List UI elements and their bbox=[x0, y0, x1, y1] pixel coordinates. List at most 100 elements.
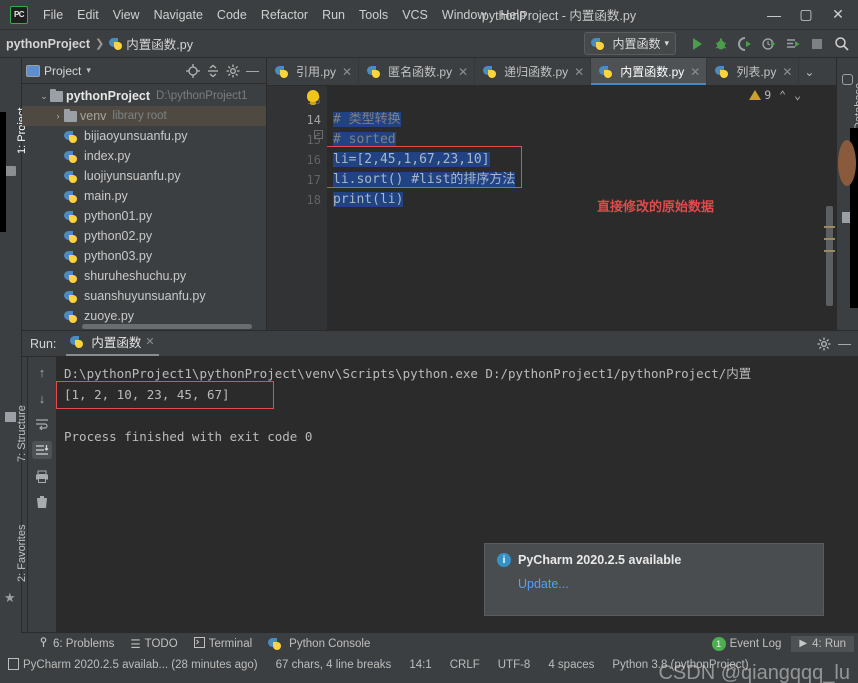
tree-row-file[interactable]: python02.py bbox=[22, 226, 266, 246]
minimize-icon[interactable]: — bbox=[758, 2, 790, 28]
notification-popup[interactable]: i PyCharm 2020.2.5 available Update... bbox=[484, 543, 824, 616]
chevron-down-icon[interactable]: ⌄ bbox=[38, 91, 50, 102]
soft-wrap-icon[interactable] bbox=[32, 415, 52, 433]
chevron-down-icon[interactable]: ▾ bbox=[86, 65, 91, 76]
close-icon[interactable]: ✕ bbox=[458, 65, 468, 79]
clear-all-icon[interactable] bbox=[32, 493, 52, 511]
menu-item-navigate[interactable]: Navigate bbox=[147, 4, 210, 26]
line-number: 17 bbox=[267, 170, 327, 190]
editor-tab-liebiao[interactable]: 列表.py ✕ bbox=[707, 58, 799, 85]
scroll-to-end-icon[interactable] bbox=[32, 441, 52, 459]
tree-row-file[interactable]: main.py bbox=[22, 186, 266, 206]
editor-tab-neizhihanshu[interactable]: 内置函数.py ✕ bbox=[591, 58, 707, 85]
status-problems[interactable]: 6: Problems bbox=[38, 637, 114, 651]
code-fold-icon[interactable]: − bbox=[314, 130, 323, 139]
status-encoding[interactable]: UTF-8 bbox=[498, 659, 531, 671]
run-coverage-icon[interactable] bbox=[734, 33, 756, 55]
menu-item-code[interactable]: Code bbox=[210, 4, 254, 26]
menu-item-edit[interactable]: Edit bbox=[70, 4, 106, 26]
menu-item-refactor[interactable]: Refactor bbox=[254, 4, 315, 26]
close-icon[interactable]: ✕ bbox=[145, 335, 154, 348]
tree-row-file[interactable]: luojiyunsuanfu.py bbox=[22, 166, 266, 186]
maximize-icon[interactable]: ▢ bbox=[790, 2, 822, 28]
menu-item-file[interactable]: File bbox=[36, 4, 70, 26]
scroll-up-icon[interactable]: ↑ bbox=[32, 363, 52, 381]
menu-item-vcs[interactable]: VCS bbox=[395, 4, 435, 26]
notification-update-link[interactable]: Update... bbox=[518, 577, 811, 591]
menu-item-run[interactable]: Run bbox=[315, 4, 352, 26]
python-file-icon bbox=[64, 190, 77, 203]
sidebar-item-favorites[interactable]: 2: Favorites bbox=[16, 525, 28, 582]
gear-icon[interactable] bbox=[814, 334, 833, 353]
editor-warning-marker[interactable] bbox=[824, 238, 835, 240]
hide-panel-icon[interactable]: — bbox=[243, 61, 262, 80]
close-icon[interactable]: ✕ bbox=[574, 65, 584, 79]
sidebar-item-database[interactable]: Database bbox=[853, 83, 858, 130]
status-todo[interactable]: ☰ TODO bbox=[130, 637, 177, 651]
close-icon[interactable]: ✕ bbox=[342, 65, 352, 79]
run-config-label: 内置函数 bbox=[612, 35, 660, 52]
python-file-icon bbox=[70, 335, 83, 348]
stop-icon[interactable] bbox=[806, 33, 828, 55]
tree-row-file[interactable]: zuoye.py bbox=[22, 306, 266, 326]
run-with-console-icon[interactable] bbox=[782, 33, 804, 55]
close-icon[interactable]: ✕ bbox=[690, 65, 700, 79]
breadcrumb-project[interactable]: pythonProject bbox=[6, 37, 90, 51]
menu-item-tools[interactable]: Tools bbox=[352, 4, 395, 26]
editor-tab-yinyong[interactable]: 引用.py ✕ bbox=[267, 58, 359, 85]
scroll-down-icon[interactable]: ↓ bbox=[32, 389, 52, 407]
tree-row-venv[interactable]: › venv library root bbox=[22, 106, 266, 126]
info-icon: i bbox=[497, 553, 511, 567]
close-icon[interactable]: ✕ bbox=[822, 2, 854, 28]
close-icon[interactable]: ✕ bbox=[782, 65, 792, 79]
previous-problem-icon[interactable]: ⌃ bbox=[779, 88, 786, 102]
menu-item-window[interactable]: Window bbox=[435, 4, 493, 26]
editor-tab-nimingfunshu[interactable]: 匿名函数.py ✕ bbox=[359, 58, 475, 85]
editor-scrollbar-thumb[interactable] bbox=[826, 206, 833, 306]
editor-warning-marker[interactable] bbox=[824, 250, 835, 252]
collapse-all-icon[interactable] bbox=[203, 61, 222, 80]
next-problem-icon[interactable]: ⌄ bbox=[794, 88, 801, 102]
status-update-message[interactable]: PyCharm 2020.2.5 availab... (28 minutes … bbox=[8, 658, 258, 673]
editor-gutter[interactable]: 13 14 15 16 17 18 − bbox=[267, 86, 327, 330]
status-run-tab[interactable]: ▶ 4: Run bbox=[791, 636, 854, 652]
hide-panel-icon[interactable]: — bbox=[835, 334, 854, 353]
tree-row-file[interactable]: index.py bbox=[22, 146, 266, 166]
status-python-console[interactable]: Python Console bbox=[268, 637, 370, 650]
menu-item-help[interactable]: Help bbox=[493, 4, 533, 26]
status-interpreter[interactable]: Python 3.8 (pythonProject) bbox=[612, 659, 748, 671]
status-line-separator[interactable]: CRLF bbox=[450, 659, 480, 671]
intention-bulb-icon[interactable] bbox=[307, 90, 319, 102]
status-event-log[interactable]: 1 Event Log bbox=[712, 637, 782, 651]
project-tree[interactable]: ⌄ pythonProject D:\pythonProject1 › venv… bbox=[22, 84, 266, 330]
breadcrumb-file[interactable]: 内置函数.py bbox=[109, 34, 193, 53]
print-icon[interactable] bbox=[32, 467, 52, 485]
tree-row-file[interactable]: bijiaoyunsuanfu.py bbox=[22, 126, 266, 146]
status-terminal[interactable]: Terminal bbox=[194, 637, 252, 651]
code-canvas[interactable]: # 类型转换 # sorted li=[2,45,1,67,23,10] li.… bbox=[327, 86, 823, 330]
run-icon[interactable] bbox=[686, 33, 708, 55]
tree-row-file[interactable]: python01.py bbox=[22, 206, 266, 226]
tree-row-pythonProject[interactable]: ⌄ pythonProject D:\pythonProject1 bbox=[22, 86, 266, 106]
editor-warning-marker[interactable] bbox=[824, 226, 835, 228]
profile-icon[interactable] bbox=[758, 33, 780, 55]
tree-row-file[interactable]: python03.py bbox=[22, 246, 266, 266]
sidebar-item-structure[interactable]: 7: Structure bbox=[16, 405, 28, 462]
editor-tabs-overflow-icon[interactable]: ⌄ bbox=[799, 58, 819, 85]
locate-icon[interactable] bbox=[183, 61, 202, 80]
chevron-right-icon[interactable]: › bbox=[52, 111, 64, 121]
editor-scrollbar[interactable] bbox=[823, 86, 836, 330]
project-tree-horizontal-scrollbar[interactable] bbox=[82, 324, 252, 329]
menu-item-view[interactable]: View bbox=[106, 4, 147, 26]
status-caret-position[interactable]: 14:1 bbox=[409, 659, 431, 671]
debug-icon[interactable] bbox=[710, 33, 732, 55]
tree-row-file[interactable]: suanshuyunsuanfu.py bbox=[22, 286, 266, 306]
run-tab[interactable]: 内置函数 ✕ bbox=[66, 332, 158, 355]
editor-tab-diguihanshu[interactable]: 递归函数.py ✕ bbox=[475, 58, 591, 85]
run-configuration-selector[interactable]: 内置函数 ▾ bbox=[584, 32, 676, 55]
status-indent[interactable]: 4 spaces bbox=[548, 659, 594, 671]
gear-icon[interactable] bbox=[223, 61, 242, 80]
search-everywhere-icon[interactable] bbox=[830, 33, 852, 55]
inspection-widget[interactable]: 9 ⌃ ⌄ bbox=[749, 88, 801, 102]
tree-row-file[interactable]: shuruheshuchu.py bbox=[22, 266, 266, 286]
